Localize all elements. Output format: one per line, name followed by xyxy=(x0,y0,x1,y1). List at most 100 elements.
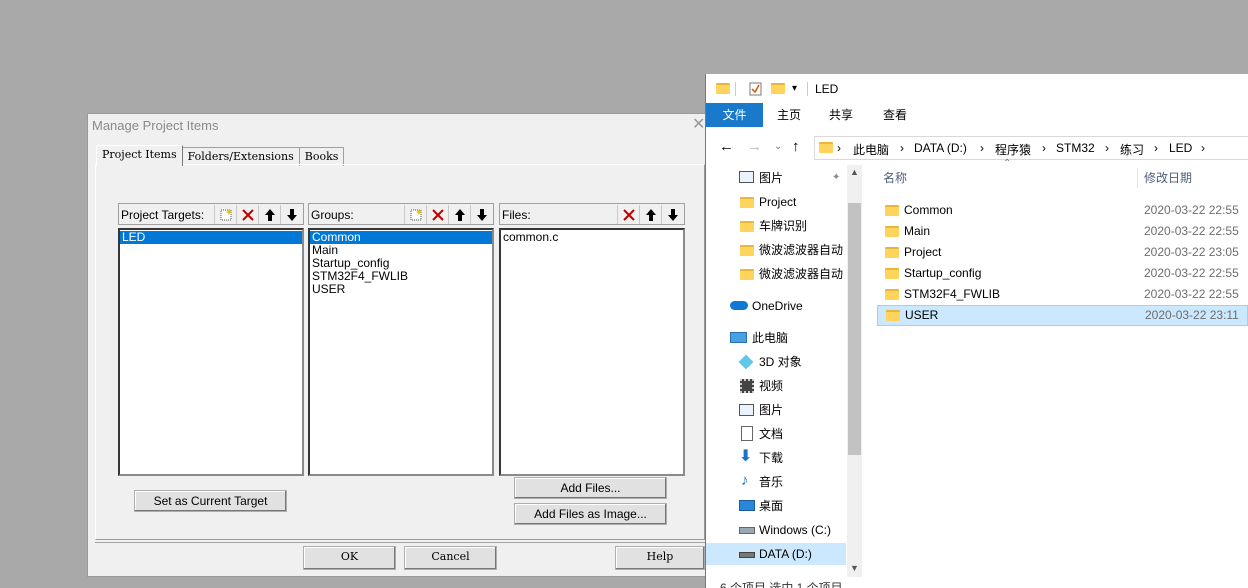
dialog-footer xyxy=(95,542,705,575)
move-up-icon[interactable] xyxy=(639,205,661,224)
chevron-right-icon[interactable]: › xyxy=(980,141,984,155)
nav-item-videos[interactable]: 视频 xyxy=(706,375,846,397)
nav-item-microwave-filter-1[interactable]: 微波滤波器自动 xyxy=(706,239,846,261)
table-row[interactable]: USER 2020-03-22 23:11 xyxy=(877,305,1248,326)
chevron-right-icon[interactable]: › xyxy=(1154,141,1158,155)
ok-button[interactable]: OK xyxy=(303,546,396,570)
cancel-button[interactable]: Cancel xyxy=(404,546,497,570)
nav-item-desktop[interactable]: 桌面 xyxy=(706,495,846,517)
navigation-scrollbar[interactable]: ▲ ▼ xyxy=(847,165,862,577)
navigation-pane: 图片 ✦ Project 车牌识别 微波滤波器自动 微波滤波器自动 OneDri… xyxy=(706,165,861,588)
nav-label: OneDrive xyxy=(752,299,803,313)
move-down-icon[interactable] xyxy=(661,205,683,224)
column-header-date[interactable]: 修改日期 xyxy=(1144,166,1192,190)
files-toolbar xyxy=(617,205,683,224)
files-label: Files: xyxy=(502,208,531,222)
move-down-icon[interactable] xyxy=(470,205,492,224)
tab-project-items[interactable]: Project Items xyxy=(96,145,183,166)
project-targets-toolbar xyxy=(214,205,302,224)
breadcrumb-item[interactable]: 此电脑 xyxy=(853,141,889,158)
nav-item-3d-objects[interactable]: 3D 对象 xyxy=(706,351,846,373)
file-date: 2020-03-22 23:11 xyxy=(1145,308,1239,322)
table-row[interactable]: STM32F4_FWLIB 2020-03-22 22:55 xyxy=(878,284,1248,305)
folder-icon xyxy=(885,247,899,258)
back-icon[interactable]: ← xyxy=(719,138,734,155)
folder-icon xyxy=(740,221,754,232)
nav-item-windows-c[interactable]: Windows (C:) xyxy=(706,519,846,541)
chevron-right-icon[interactable]: › xyxy=(1042,141,1046,155)
breadcrumb-item[interactable]: STM32 xyxy=(1056,141,1095,155)
new-group-icon[interactable] xyxy=(404,205,426,224)
list-item[interactable]: common.c xyxy=(501,231,683,244)
move-up-icon[interactable] xyxy=(448,205,470,224)
scroll-up-icon[interactable]: ▲ xyxy=(850,167,859,177)
project-targets-list[interactable]: LED xyxy=(118,228,304,476)
file-name: Project xyxy=(904,245,942,259)
chevron-down-icon[interactable]: ▾ xyxy=(792,83,797,94)
nav-label: 3D 对象 xyxy=(759,355,802,369)
ribbon-tab-share[interactable]: 共享 xyxy=(820,103,862,127)
delete-file-icon[interactable] xyxy=(617,205,639,224)
nav-label: 微波滤波器自动 xyxy=(759,243,844,257)
groups-list[interactable]: Common Main Startup_config STM32F4_FWLIB… xyxy=(308,228,494,476)
ribbon-tab-home[interactable]: 主页 xyxy=(768,103,810,127)
nav-item-downloads[interactable]: ⬇ 下载 xyxy=(706,447,846,469)
nav-item-pictures-quick[interactable]: 图片 ✦ xyxy=(706,167,846,189)
nav-item-plate-recognition[interactable]: 车牌识别 xyxy=(706,215,846,237)
table-row[interactable]: Startup_config 2020-03-22 22:55 xyxy=(878,263,1248,284)
file-name: USER xyxy=(905,308,939,322)
file-name: STM32F4_FWLIB xyxy=(904,287,1001,301)
table-row[interactable]: Common 2020-03-22 22:55 xyxy=(878,200,1248,221)
nav-item-pictures[interactable]: 图片 xyxy=(706,399,846,421)
scroll-down-icon[interactable]: ▼ xyxy=(850,563,859,573)
nav-item-microwave-filter-2[interactable]: 微波滤波器自动 xyxy=(706,263,846,285)
table-row[interactable]: Project 2020-03-22 23:05 xyxy=(878,242,1248,263)
new-folder-icon[interactable] xyxy=(771,83,785,94)
nav-item-onedrive[interactable]: OneDrive xyxy=(706,295,846,317)
file-explorer-window: ▾ LED 文件 主页 共享 查看 ← → ⌄ ↑ › 此电脑 › DATA (… xyxy=(705,74,1248,588)
close-icon[interactable]: ✕ xyxy=(692,117,705,133)
set-current-target-button[interactable]: Set as Current Target xyxy=(134,490,287,512)
nav-item-documents[interactable]: 文档 xyxy=(706,423,846,445)
breadcrumb-item[interactable]: LED xyxy=(1169,141,1192,155)
ribbon-tab-view[interactable]: 查看 xyxy=(873,103,917,127)
files-list[interactable]: common.c xyxy=(499,228,685,476)
manage-project-items-dialog: Manage Project Items ✕ Project Items Fol… xyxy=(87,113,712,577)
chevron-down-icon[interactable]: ⌄ xyxy=(774,141,782,152)
list-item[interactable]: LED xyxy=(120,231,302,244)
move-up-icon[interactable] xyxy=(258,205,280,224)
add-files-button[interactable]: Add Files... xyxy=(514,477,667,499)
scroll-thumb[interactable] xyxy=(848,203,861,455)
nav-item-this-pc[interactable]: 此电脑 xyxy=(706,327,846,349)
nav-item-project[interactable]: Project xyxy=(706,191,846,213)
chevron-right-icon[interactable]: › xyxy=(900,141,904,155)
breadcrumb-item[interactable]: 练习 xyxy=(1120,141,1144,158)
explorer-titlebar: ▾ LED xyxy=(706,74,1248,103)
chevron-right-icon[interactable]: › xyxy=(1105,141,1109,155)
forward-icon[interactable]: → xyxy=(747,138,762,155)
chevron-right-icon[interactable]: › xyxy=(1201,141,1205,155)
add-files-as-image-button[interactable]: Add Files as Image... xyxy=(514,503,667,525)
breadcrumb-item[interactable]: 程序猿 xyxy=(995,141,1031,158)
nav-item-data-d[interactable]: DATA (D:) xyxy=(706,543,846,565)
column-header-name[interactable]: 名称 xyxy=(883,166,907,190)
nav-item-music[interactable]: ♪ 音乐 xyxy=(706,471,846,493)
up-icon[interactable]: ↑ xyxy=(792,138,800,155)
help-button[interactable]: Help xyxy=(615,546,705,570)
breadcrumb-item[interactable]: DATA (D:) xyxy=(914,141,967,155)
pin-icon[interactable]: ✦ xyxy=(832,167,840,189)
groups-label: Groups: xyxy=(311,208,354,222)
chevron-right-icon[interactable]: › xyxy=(837,141,841,155)
delete-target-icon[interactable] xyxy=(236,205,258,224)
ribbon-tab-file[interactable]: 文件 xyxy=(706,103,763,127)
table-row[interactable]: Main 2020-03-22 22:55 xyxy=(878,221,1248,242)
delete-group-icon[interactable] xyxy=(426,205,448,224)
list-item[interactable]: USER xyxy=(310,283,492,296)
move-down-icon[interactable] xyxy=(280,205,302,224)
properties-icon[interactable] xyxy=(749,82,762,99)
dialog-tabs: Project Items Folders/Extensions Books xyxy=(96,145,345,166)
file-date: 2020-03-22 22:55 xyxy=(1144,203,1239,217)
computer-icon xyxy=(730,332,747,343)
address-bar[interactable]: › 此电脑 › DATA (D:) › 程序猿 › STM32 › 练习 › L… xyxy=(814,136,1248,160)
new-target-icon[interactable] xyxy=(214,205,236,224)
